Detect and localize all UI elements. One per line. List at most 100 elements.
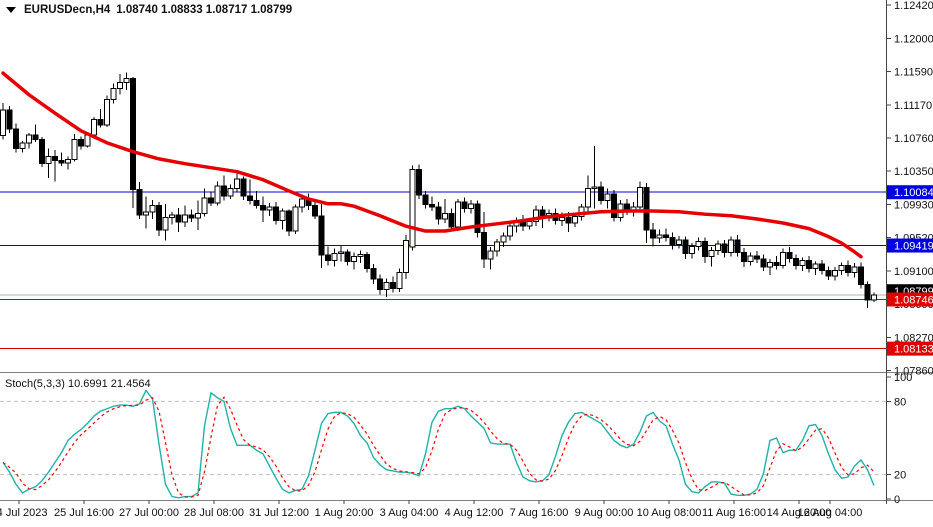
chart-canvas[interactable]: 1.124201.120001.115901.111701.107601.103…: [0, 0, 933, 527]
candle-bullish: [781, 253, 786, 266]
candle-bullish: [202, 198, 207, 213]
candle-bearish: [703, 241, 708, 256]
candle-bearish: [566, 217, 571, 223]
candle-bearish: [846, 265, 851, 272]
candle-bullish: [696, 241, 701, 246]
chart-ohlc-title: EURUSDecn,H4 1.08740 1.08833 1.08717 1.0…: [6, 4, 292, 16]
candle-bullish: [111, 88, 116, 99]
symbol-timeframe-label: EURUSDecn,H4: [24, 4, 110, 16]
time-axis-label: 24 Jul 2023: [0, 507, 47, 519]
candle-bullish: [27, 135, 32, 143]
candle-bullish: [196, 213, 201, 218]
price-tick-label: 1.09100: [894, 266, 933, 278]
candle-bullish: [592, 187, 597, 189]
time-axis-label: 9 Aug 00:00: [575, 507, 634, 519]
candle-bearish: [761, 259, 766, 267]
candle-bullish: [332, 253, 337, 260]
candle-bullish: [1, 110, 6, 136]
candle-bearish: [742, 253, 747, 262]
candle-bearish: [157, 205, 162, 230]
candle-bearish: [683, 240, 688, 254]
candle-bearish: [651, 230, 656, 238]
symbol-marker-icon: [6, 7, 16, 13]
candle-bullish: [183, 215, 188, 222]
candle-bearish: [807, 261, 812, 269]
candle-bullish: [813, 264, 818, 269]
time-axis-label: 4 Aug 12:00: [445, 507, 504, 519]
candle-bearish: [371, 269, 376, 279]
candle-bearish: [430, 205, 435, 207]
candle-bullish: [716, 244, 721, 250]
candle-bearish: [287, 211, 292, 231]
candle-bearish: [449, 213, 454, 227]
candle-bullish: [72, 140, 77, 160]
candle-bullish: [144, 212, 149, 215]
candle-bearish: [826, 270, 831, 276]
ohlc-quotes-label: 1.08740 1.08833 1.08717 1.08799: [116, 4, 292, 16]
candle-bullish: [443, 213, 448, 219]
candle-bullish: [267, 207, 272, 210]
candle-bullish: [586, 189, 591, 207]
candle-bearish: [755, 256, 760, 259]
chart-window: EURUSDecn,H4 1.08740 1.08833 1.08717 1.0…: [0, 0, 933, 527]
candle-bullish: [150, 205, 155, 211]
candle-bearish: [391, 282, 396, 288]
candle-bearish: [475, 204, 480, 233]
candle-bullish: [709, 250, 714, 256]
candle-bearish: [378, 279, 383, 289]
candle-bearish: [176, 215, 181, 222]
candle-bearish: [735, 240, 740, 253]
candle-bearish: [820, 264, 825, 270]
stoch-tick-label: 20: [894, 470, 906, 482]
candle-bullish: [235, 179, 240, 189]
price-tick-label: 1.10350: [894, 166, 933, 178]
level-price-label: 1.10084: [894, 187, 933, 199]
candle-bearish: [313, 205, 318, 215]
candle-bearish: [189, 215, 194, 218]
candle-bullish: [20, 143, 25, 149]
candle-bearish: [40, 140, 45, 164]
candle-bullish: [657, 235, 662, 238]
candle-bearish: [664, 235, 669, 237]
candle-bullish: [605, 194, 610, 200]
candle-bullish: [488, 251, 493, 259]
candle-bearish: [33, 135, 38, 140]
candle-bullish: [690, 246, 695, 253]
candle-bullish: [872, 295, 877, 300]
candle-bullish: [839, 265, 844, 270]
stoch-tick-label: 100: [894, 372, 912, 384]
candle-bearish: [599, 187, 604, 201]
stoch-tick-label: 80: [894, 396, 906, 408]
candle-bullish: [384, 282, 389, 289]
candle-bearish: [79, 140, 84, 146]
price-tick-label: 1.09930: [894, 200, 933, 212]
candle-bullish: [729, 240, 734, 253]
candle-bullish: [397, 273, 402, 289]
candle-bearish: [365, 254, 370, 268]
candle-bullish: [677, 240, 682, 245]
candle-bullish: [170, 215, 175, 217]
candle-bullish: [527, 221, 532, 226]
candle-bearish: [345, 252, 350, 262]
candle-bearish: [274, 207, 279, 221]
candle-bearish: [59, 160, 64, 162]
candle-bearish: [261, 205, 266, 210]
time-axis-label: 28 Jul 08:00: [184, 507, 244, 519]
candle-bearish: [865, 285, 870, 300]
candle-bullish: [768, 262, 773, 267]
stoch-tick-label: 0: [894, 494, 900, 506]
candle-bullish: [748, 256, 753, 262]
candle-bullish: [46, 156, 51, 163]
candle-bullish: [852, 267, 857, 273]
candle-bullish: [105, 100, 110, 126]
candle-bearish: [7, 110, 12, 129]
candle-bearish: [222, 186, 227, 196]
time-axis-label: 25 Jul 16:00: [54, 507, 114, 519]
candle-bearish: [423, 195, 428, 205]
time-axis-label: 1 Aug 20:00: [315, 507, 374, 519]
candle-bullish: [404, 241, 409, 273]
candle-bullish: [833, 270, 838, 276]
candle-bearish: [670, 237, 675, 244]
candle-bearish: [774, 262, 779, 265]
price-tick-label: 1.11590: [894, 67, 933, 79]
